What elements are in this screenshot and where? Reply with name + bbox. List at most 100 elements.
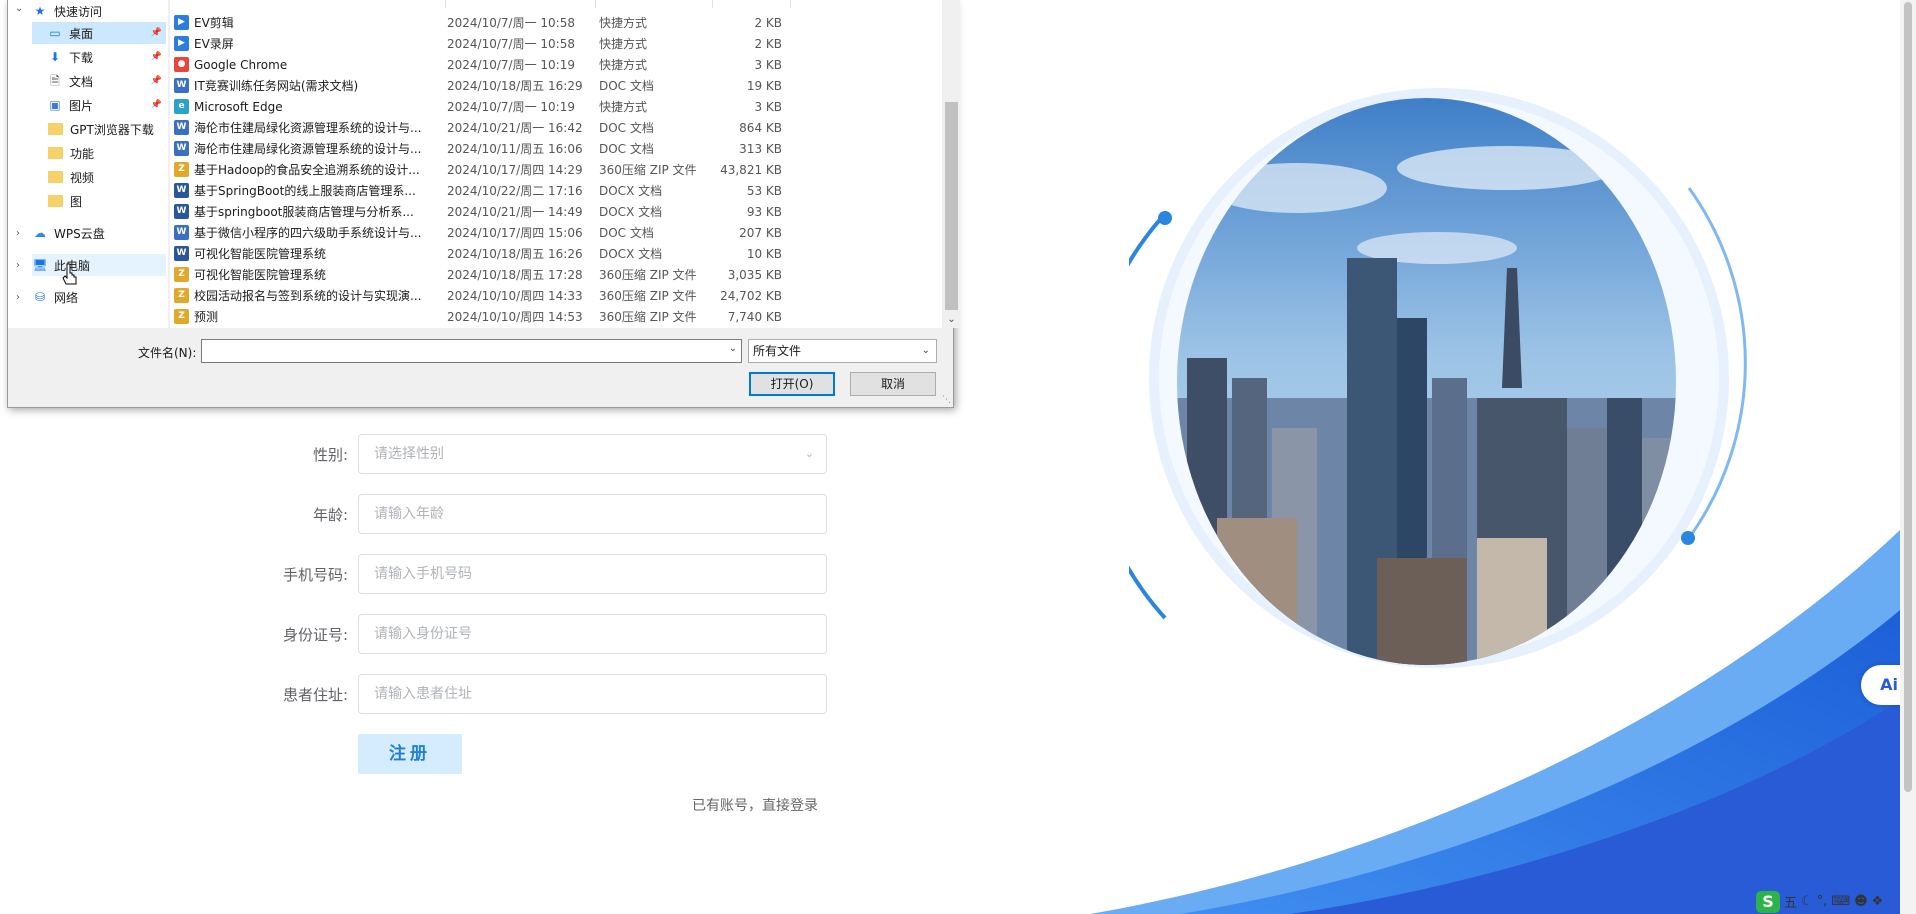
expand-arrow-icon[interactable]: › xyxy=(16,228,20,239)
app-root: 性别: 请选择性别 ⌄ 年龄: 请输入年龄 手机号码: 请输入手机号码 身份证号… xyxy=(0,0,1916,914)
nav-network-label: 网络 xyxy=(54,290,79,305)
file-row[interactable]: ▶ EV剪辑 2024/10/7/周一 10:58 快捷方式 2 KB xyxy=(170,12,790,33)
file-name-cell: e Microsoft Edge xyxy=(174,99,430,114)
file-type: 快捷方式 xyxy=(599,37,648,51)
open-button[interactable]: 打开(O) xyxy=(749,372,835,396)
file-row[interactable]: W 可视化智能医院管理系统 2024/10/18/周五 16:26 DOCX 文档 10… xyxy=(170,243,790,264)
computer-icon: 🖥 xyxy=(32,258,48,272)
grid-icon[interactable]: ❖ xyxy=(1872,894,1884,909)
file-row[interactable]: W 海伦市住建局绿化资源管理系统的设计与... 2024/10/21/周一 16:4… xyxy=(170,117,790,138)
file-date: 2024/10/7/周一 10:58 xyxy=(447,16,575,30)
file-row[interactable]: W 基于SpringBoot的线上服装商店管理系... 2024/10/22/周二 … xyxy=(170,180,790,201)
file-row[interactable]: Z 可视化智能医院管理系统 2024/10/18/周五 17:28 360压缩 ZIP… xyxy=(170,264,790,285)
documents-icon: 🗎 xyxy=(50,74,60,88)
folder-icon xyxy=(48,195,63,207)
nav-item-documents[interactable]: 🗎 文档 📌 xyxy=(32,70,166,92)
file-name-cell: Z 校园活动报名与签到系统的设计与实现演... xyxy=(174,287,430,304)
file-row[interactable]: Z 基于Hadoop的食品安全追溯系统的设计... 2024/10/17/周四 14… xyxy=(170,159,790,180)
file-type: DOCX 文档 xyxy=(599,184,663,198)
file-row[interactable]: W 基于springboot服装商店管理与分析系... 2024/10/21/周一 … xyxy=(170,201,790,222)
phone-input[interactable]: 请输入手机号码 xyxy=(358,554,827,594)
keyboard-icon[interactable]: ⌨ xyxy=(1831,894,1850,909)
column-divider[interactable] xyxy=(712,0,713,8)
file-row[interactable]: ● Google Chrome 2024/10/7/周一 10:19 快捷方式 3 KB xyxy=(170,54,790,75)
desktop-icon: ▭ xyxy=(49,26,61,40)
nav-item-desktop[interactable]: ▭ 桌面 📌 xyxy=(32,22,166,44)
pin-icon: 📌 xyxy=(150,52,162,62)
file-name-cell: ● Google Chrome xyxy=(174,57,430,72)
nav-item-pictures[interactable]: ▣ 图片 📌 xyxy=(32,94,166,116)
nav-this-pc[interactable]: 🖥 此电脑 xyxy=(32,254,166,276)
chevron-down-icon[interactable]: ⌄ xyxy=(729,343,737,354)
file-row[interactable]: W IT竞赛训练任务网站(需求文档) 2024/10/18/周五 16:29 DOC … xyxy=(170,75,790,96)
file-row[interactable]: Z 校园活动报名与签到系统的设计与实现演... 2024/10/10/周四 14:3… xyxy=(170,285,790,306)
nav-item-label: 文档 xyxy=(69,74,94,89)
nav-item-videos[interactable]: 视频 xyxy=(32,166,166,188)
column-divider[interactable] xyxy=(445,0,446,8)
filename-input[interactable]: ⌄ xyxy=(201,339,742,363)
id-number-input[interactable]: 请输入身份证号 xyxy=(358,614,827,654)
expand-arrow-icon[interactable]: › xyxy=(16,260,20,271)
filetype-select[interactable]: 所有文件 ⌄ xyxy=(748,339,937,363)
register-button[interactable]: 注册 xyxy=(358,734,462,774)
city-skyline-image xyxy=(1177,98,1676,665)
ime-tray: S 五 ☾ °, ⌨ ☻ ❖ xyxy=(1754,889,1900,914)
file-name: Google Chrome xyxy=(194,57,288,72)
ime-mode[interactable]: 五 xyxy=(1784,892,1797,911)
nav-network[interactable]: ⛁ 网络 xyxy=(32,286,166,308)
nav-item-images[interactable]: 图 xyxy=(32,190,166,212)
file-list-scrollbar[interactable]: ⌄ xyxy=(943,0,960,328)
resize-grip-icon[interactable]: ⋱ xyxy=(942,395,951,405)
file-row[interactable]: W 基于微信小程序的四六级助手系统设计与... 2024/10/17/周四 15:0… xyxy=(170,222,790,243)
file-name: 海伦市住建局绿化资源管理系统的设计与... xyxy=(194,121,422,135)
user-icon[interactable]: ☻ xyxy=(1854,894,1868,909)
file-row[interactable]: W 海伦市住建局绿化资源管理系统的设计与... 2024/10/11/周五 16:0… xyxy=(170,138,790,159)
nav-quick-access[interactable]: ★ 快速访问 xyxy=(32,0,166,22)
expand-arrow-icon[interactable]: › xyxy=(16,292,20,303)
page-scrollbar[interactable] xyxy=(1900,0,1916,914)
login-link[interactable]: 已有账号，直接登录 xyxy=(692,795,818,815)
page-scrollbar-thumb[interactable] xyxy=(1904,2,1912,792)
file-date: 2024/10/7/周一 10:58 xyxy=(447,37,575,51)
filetype-value: 所有文件 xyxy=(753,344,802,358)
file-type: 360压缩 ZIP 文件 xyxy=(599,163,697,177)
file-row[interactable]: ▶ EV录屏 2024/10/7/周一 10:58 快捷方式 2 KB xyxy=(170,33,790,54)
nav-wps-cloud-label: WPS云盘 xyxy=(54,226,105,241)
file-name: IT竞赛训练任务网站(需求文档) xyxy=(194,79,359,93)
nav-item-gpt-downloads[interactable]: GPT浏览器下载 xyxy=(32,118,166,140)
file-list-scrollbar-thumb[interactable] xyxy=(945,102,958,310)
ime-logo-icon[interactable]: S xyxy=(1756,890,1780,913)
doc-icon: W xyxy=(174,78,189,93)
nav-wps-cloud[interactable]: ☁ WPS云盘 xyxy=(32,222,166,244)
gender-select[interactable]: 请选择性别 ⌄ xyxy=(358,434,827,474)
column-divider[interactable] xyxy=(790,0,791,8)
file-type: 快捷方式 xyxy=(599,58,648,72)
cancel-button[interactable]: 取消 xyxy=(850,372,936,396)
file-size: 93 KB xyxy=(746,204,782,219)
file-row[interactable]: e Microsoft Edge 2024/10/7/周一 10:19 快捷方式 3 K… xyxy=(170,96,790,117)
file-name-cell: W 基于springboot服装商店管理与分析系... xyxy=(174,203,430,220)
file-row[interactable]: Z 预测 2024/10/10/周四 14:53 360压缩 ZIP 文件 7,740 … xyxy=(170,306,790,327)
punctuation-icon[interactable]: °, xyxy=(1817,894,1828,909)
file-size: 207 KB xyxy=(739,225,782,240)
column-divider[interactable] xyxy=(595,0,596,8)
file-date: 2024/10/7/周一 10:19 xyxy=(447,58,575,72)
file-date: 2024/10/17/周四 15:06 xyxy=(447,226,583,240)
scroll-down-icon[interactable]: ⌄ xyxy=(943,311,960,328)
nav-item-downloads[interactable]: ⬇ 下载 📌 xyxy=(32,46,166,68)
file-size: 19 KB xyxy=(746,78,782,93)
address-input[interactable]: 请输入患者住址 xyxy=(358,674,827,714)
docx-icon: W xyxy=(174,183,189,198)
file-size: 864 KB xyxy=(739,120,782,135)
nav-item-label: 功能 xyxy=(70,146,95,161)
moon-icon[interactable]: ☾ xyxy=(1801,894,1813,909)
age-input[interactable]: 请输入年龄 xyxy=(358,494,827,534)
nav-item-label: GPT浏览器下载 xyxy=(70,122,154,137)
file-size: 10 KB xyxy=(746,246,782,261)
nav-item-features[interactable]: 功能 xyxy=(32,142,166,164)
nav-item-label: 图 xyxy=(70,194,83,209)
collapse-arrow-icon[interactable]: ⌄ xyxy=(15,3,23,14)
docx-icon: W xyxy=(174,204,189,219)
nav-item-label: 图片 xyxy=(69,98,94,113)
file-name-cell: W 基于SpringBoot的线上服装商店管理系... xyxy=(174,182,430,199)
